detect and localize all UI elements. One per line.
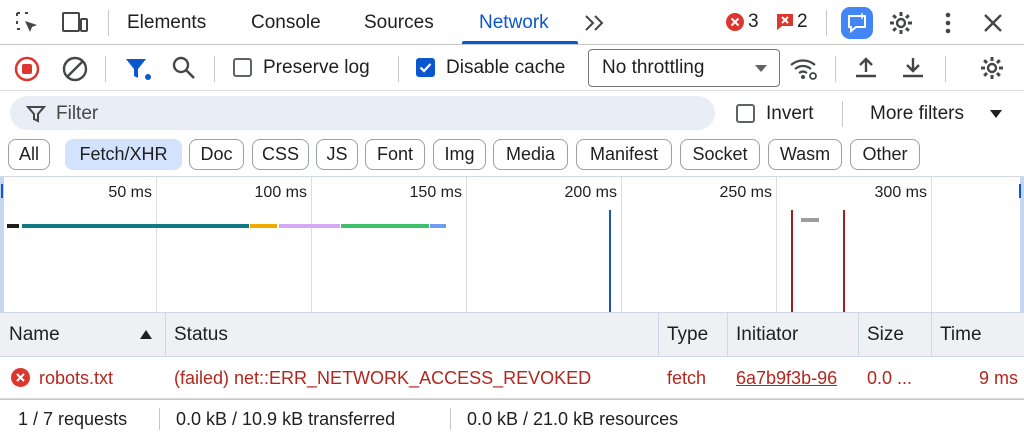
dom-content-loaded-marker: [609, 210, 611, 312]
tick-label: 100 ms: [254, 184, 307, 201]
clear-icon[interactable]: [61, 55, 89, 83]
network-settings-gear-icon[interactable]: [978, 54, 1006, 82]
request-type: fetch: [667, 368, 707, 388]
more-options-icon[interactable]: [936, 10, 960, 36]
chip-doc[interactable]: Doc: [189, 139, 244, 170]
request-size: 0.0 ...: [867, 368, 913, 388]
column-name-header[interactable]: Name: [0, 313, 165, 357]
more-filters-button[interactable]: More filters: [870, 103, 964, 125]
throttling-select[interactable]: No throttling: [588, 49, 780, 87]
column-status-header[interactable]: Status: [165, 313, 658, 357]
tick-label: 50 ms: [108, 184, 152, 201]
filter-bar: Filter Invert More filters: [0, 91, 1024, 135]
timing-bar-request: [801, 218, 819, 222]
tick-label: 200 ms: [564, 184, 617, 201]
preserve-log-checkbox[interactable]: [233, 58, 252, 77]
error-count: 3: [748, 11, 759, 32]
filter-input[interactable]: Filter: [10, 96, 715, 130]
tab-console[interactable]: Console: [251, 0, 321, 45]
preserve-log-label[interactable]: Preserve log: [263, 57, 370, 79]
close-icon[interactable]: [981, 11, 1005, 35]
filter-placeholder: Filter: [56, 103, 99, 124]
chip-all[interactable]: All: [8, 139, 50, 170]
chip-css[interactable]: CSS: [252, 139, 309, 170]
request-name[interactable]: robots.txt: [39, 357, 163, 399]
request-initiator-link[interactable]: 6a7b9f3b-96: [736, 357, 857, 399]
devtools-tab-bar: Elements Console Sources Network 3 2: [0, 0, 1024, 45]
column-type-header[interactable]: Type: [658, 313, 727, 357]
inspect-element-icon[interactable]: [14, 10, 40, 36]
sort-ascending-icon: [140, 330, 152, 339]
tab-network[interactable]: Network: [479, 0, 549, 45]
chip-wasm[interactable]: Wasm: [768, 139, 842, 170]
disable-cache-label[interactable]: Disable cache: [446, 57, 565, 79]
filter-funnel-icon: [26, 106, 46, 123]
request-table-header: Name Status Type Initiator Size Time: [0, 313, 1024, 357]
issues-count: 2: [797, 11, 808, 32]
tab-sources[interactable]: Sources: [364, 0, 434, 45]
chip-img[interactable]: Img: [433, 139, 486, 170]
timing-bar-waiting: [22, 224, 249, 228]
tick-label: 250 ms: [719, 184, 772, 201]
settings-gear-icon[interactable]: [887, 9, 915, 37]
request-status: (failed) net::ERR_NETWORK_ACCESS_REVOKED: [174, 368, 592, 388]
failed-request-icon: [11, 368, 30, 387]
chevron-down-icon: [755, 65, 767, 72]
timing-bar-other: [430, 224, 446, 228]
error-icon: [726, 13, 744, 31]
chip-socket[interactable]: Socket: [680, 139, 760, 170]
tick-label: 300 ms: [874, 184, 927, 201]
search-icon[interactable]: [170, 54, 198, 82]
more-tabs-icon[interactable]: [583, 13, 607, 33]
transferred-summary: 0.0 kB / 10.9 kB transferred: [176, 409, 396, 429]
stop-recording-icon[interactable]: [13, 55, 41, 83]
chip-manifest[interactable]: Manifest: [576, 139, 672, 170]
table-row[interactable]: robots.txt (failed) net::ERR_NETWORK_ACC…: [0, 357, 1024, 399]
import-har-icon[interactable]: [852, 54, 880, 82]
invert-checkbox[interactable]: [736, 104, 755, 123]
chip-js[interactable]: JS: [316, 139, 358, 170]
more-filters-caret-icon[interactable]: [988, 108, 1004, 120]
ai-assistance-icon[interactable]: [840, 6, 874, 40]
issue-flag-icon: [777, 14, 793, 30]
device-toolbar-icon[interactable]: [60, 10, 90, 36]
network-toolbar: Preserve log Disable cache No throttling: [0, 45, 1024, 91]
resources-summary: 0.0 kB / 21.0 kB resources: [467, 409, 679, 429]
column-time-header[interactable]: Time: [931, 313, 1024, 357]
export-har-icon[interactable]: [899, 54, 927, 82]
checkmark-icon: [419, 63, 432, 73]
network-overview[interactable]: 50 ms 100 ms 150 ms 200 ms 250 ms 300 ms: [0, 177, 1024, 313]
active-tab-indicator: [462, 41, 578, 44]
column-initiator-header[interactable]: Initiator: [727, 313, 858, 357]
requests-summary: 1 / 7 requests: [18, 409, 128, 429]
throttling-value: No throttling: [602, 57, 705, 78]
request-time: 9 ms: [978, 368, 1018, 388]
timing-bar-rendering: [279, 224, 340, 228]
timing-bar-stalled: [7, 224, 19, 228]
chip-other[interactable]: Other: [850, 139, 920, 170]
disable-cache-checkbox[interactable]: [416, 58, 435, 77]
tab-elements[interactable]: Elements: [127, 0, 206, 45]
timing-bar-painting: [341, 224, 429, 228]
tick-label: 150 ms: [409, 184, 462, 201]
chip-media[interactable]: Media: [493, 139, 568, 170]
resource-type-filters: All Fetch/XHR Doc CSS JS Font Img Media …: [0, 135, 1024, 177]
chip-fetch-xhr[interactable]: Fetch/XHR: [65, 139, 182, 170]
column-size-header[interactable]: Size: [858, 313, 931, 357]
invert-label[interactable]: Invert: [766, 103, 814, 125]
filter-toggle-icon[interactable]: [123, 55, 153, 83]
network-summary-bar: 1 / 7 requests 0.0 kB / 10.9 kB transfer…: [0, 399, 1024, 437]
load-event-marker: [791, 210, 793, 312]
timing-bar-script: [250, 224, 277, 228]
chip-font[interactable]: Font: [365, 139, 425, 170]
network-conditions-icon[interactable]: [788, 55, 820, 83]
load-event-marker: [843, 210, 845, 312]
